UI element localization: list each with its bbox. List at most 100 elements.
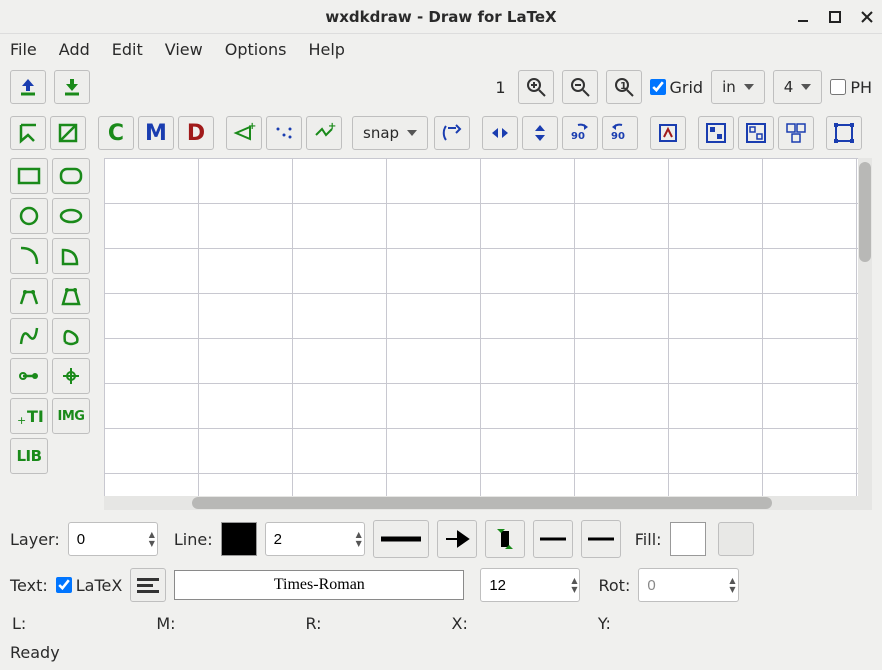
menu-edit[interactable]: Edit bbox=[112, 40, 143, 59]
rotate-ccw-tool[interactable]: 90 bbox=[562, 116, 598, 150]
group3-tool[interactable] bbox=[778, 116, 814, 150]
move-icon: M bbox=[145, 121, 167, 146]
layer-input[interactable]: ▲▼ bbox=[68, 522, 158, 556]
fill-pattern-button[interactable] bbox=[718, 522, 754, 556]
drawing-canvas[interactable] bbox=[104, 158, 858, 496]
text-align-button[interactable] bbox=[130, 568, 166, 602]
save-button[interactable] bbox=[54, 70, 90, 104]
menubar: File Add Edit View Options Help bbox=[0, 34, 882, 64]
flip-v-tool[interactable] bbox=[522, 116, 558, 150]
ellipse-tool[interactable] bbox=[52, 198, 90, 234]
region-tool[interactable] bbox=[50, 116, 86, 150]
latex-checkbox-input[interactable] bbox=[56, 577, 72, 593]
spline-open-tool[interactable] bbox=[10, 318, 48, 354]
spline-open-icon bbox=[17, 324, 41, 348]
delete-icon: D bbox=[187, 121, 205, 146]
svg-text:1: 1 bbox=[620, 81, 627, 92]
arrow-down-icon bbox=[61, 76, 83, 98]
spline-closed-tool[interactable] bbox=[52, 318, 90, 354]
pointer-tool[interactable] bbox=[10, 116, 46, 150]
rot-value[interactable] bbox=[639, 577, 729, 594]
rotate-cw-tool[interactable]: 90 bbox=[602, 116, 638, 150]
drawing-size-tool[interactable] bbox=[434, 116, 470, 150]
select-all-tool[interactable] bbox=[826, 116, 862, 150]
pie-icon bbox=[59, 244, 83, 268]
chevron-down-icon bbox=[407, 130, 417, 136]
fill-color-swatch[interactable] bbox=[670, 522, 706, 556]
ph-checkbox-input[interactable] bbox=[830, 79, 846, 95]
svg-text:+: + bbox=[17, 414, 26, 427]
rounded-rect-tool[interactable] bbox=[52, 158, 90, 194]
font-size-spinner[interactable]: ▲▼ bbox=[571, 576, 579, 594]
font-size-value[interactable] bbox=[481, 577, 571, 594]
coord-R: R: bbox=[306, 614, 322, 633]
latex-checkbox[interactable]: LaTeX bbox=[56, 576, 123, 595]
rot-spinner[interactable]: ▲▼ bbox=[729, 576, 737, 594]
layer-spinner[interactable]: ▲▼ bbox=[149, 530, 157, 548]
line-width-input[interactable]: ▲▼ bbox=[265, 522, 365, 556]
horizontal-scrollbar[interactable] bbox=[104, 496, 872, 510]
ungroup-tool[interactable] bbox=[738, 116, 774, 150]
rot-input[interactable]: ▲▼ bbox=[638, 568, 738, 602]
line-pattern-button[interactable] bbox=[581, 520, 621, 558]
line-join-button[interactable] bbox=[533, 520, 573, 558]
font-size-input[interactable]: ▲▼ bbox=[480, 568, 580, 602]
rectangle-icon bbox=[16, 166, 42, 186]
ph-checkbox[interactable]: PH bbox=[830, 78, 872, 97]
menu-options[interactable]: Options bbox=[225, 40, 287, 59]
point-move-tool[interactable]: + bbox=[306, 116, 342, 150]
point-add-tool[interactable]: + bbox=[226, 116, 262, 150]
group3-icon bbox=[784, 121, 808, 145]
connector-tool[interactable] bbox=[10, 358, 48, 394]
image-tool[interactable]: IMG bbox=[52, 398, 90, 434]
arc-tool[interactable] bbox=[10, 238, 48, 274]
layer-value[interactable] bbox=[69, 531, 149, 548]
menu-help[interactable]: Help bbox=[308, 40, 344, 59]
circle-tool[interactable] bbox=[10, 198, 48, 234]
maximize-button[interactable] bbox=[826, 8, 844, 26]
line-cap-button[interactable] bbox=[485, 520, 525, 558]
font-input[interactable] bbox=[174, 570, 464, 600]
menu-view[interactable]: View bbox=[165, 40, 203, 59]
region-icon bbox=[56, 121, 80, 145]
library-tool[interactable]: LIB bbox=[10, 438, 48, 474]
rectangle-tool[interactable] bbox=[10, 158, 48, 194]
grid-checkbox[interactable]: Grid bbox=[650, 78, 704, 97]
rotate-cw-icon: 90 bbox=[608, 121, 632, 145]
line-width-value[interactable] bbox=[266, 531, 356, 548]
close-button[interactable] bbox=[858, 8, 876, 26]
arrow-end-button[interactable] bbox=[437, 520, 477, 558]
line-color-swatch[interactable] bbox=[221, 522, 257, 556]
menu-add[interactable]: Add bbox=[59, 40, 90, 59]
vertical-scrollbar[interactable] bbox=[858, 158, 872, 496]
anchor-tool[interactable] bbox=[52, 358, 90, 394]
zoom-out-button[interactable] bbox=[562, 70, 598, 104]
grid-divs-select[interactable]: 4 bbox=[773, 70, 823, 104]
group-tool[interactable] bbox=[698, 116, 734, 150]
zoom-in-button[interactable] bbox=[518, 70, 554, 104]
line-width-spinner[interactable]: ▲▼ bbox=[356, 530, 364, 548]
text-tool[interactable]: TI+ bbox=[10, 398, 48, 434]
flip-h-tool[interactable] bbox=[482, 116, 518, 150]
grid-checkbox-input[interactable] bbox=[650, 79, 666, 95]
open-button[interactable] bbox=[10, 70, 46, 104]
minimize-button[interactable] bbox=[794, 8, 812, 26]
point-move-icon: + bbox=[312, 121, 336, 145]
line-style-button[interactable] bbox=[373, 520, 429, 558]
delete-tool[interactable]: D bbox=[178, 116, 214, 150]
grid-unit-select[interactable]: in bbox=[711, 70, 765, 104]
pie-tool[interactable] bbox=[52, 238, 90, 274]
menu-file[interactable]: File bbox=[10, 40, 37, 59]
properties-bar: Layer: ▲▼ Line: ▲▼ Fill: bbox=[0, 510, 882, 562]
copy-tool[interactable]: C bbox=[98, 116, 134, 150]
coord-readout: L: M: R: X: Y: bbox=[0, 608, 882, 639]
titlebar: wxdkdraw - Draw for LaTeX bbox=[0, 0, 882, 34]
zoom-reset-button[interactable]: 1 bbox=[606, 70, 642, 104]
grid-divs-value: 4 bbox=[784, 78, 794, 96]
polyline-tool[interactable] bbox=[10, 278, 48, 314]
move-tool[interactable]: M bbox=[138, 116, 174, 150]
point-remove-tool[interactable] bbox=[266, 116, 302, 150]
properties-tool[interactable] bbox=[650, 116, 686, 150]
snap-select[interactable]: snap bbox=[352, 116, 428, 150]
polygon-tool[interactable] bbox=[52, 278, 90, 314]
